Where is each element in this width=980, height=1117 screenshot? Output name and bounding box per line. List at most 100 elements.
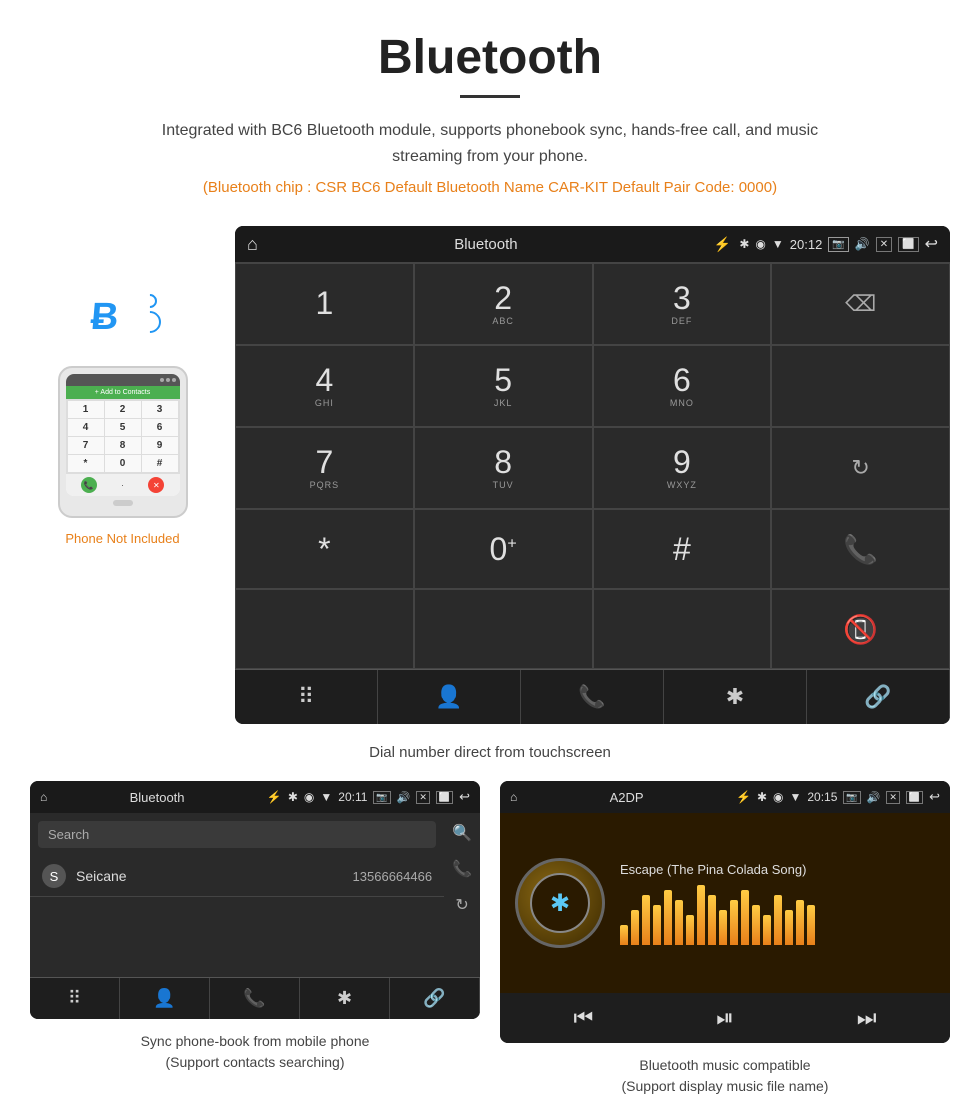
dial-key-4[interactable]: 4 GHI	[235, 345, 414, 427]
title-divider	[460, 95, 520, 98]
signal-icon: ▼	[772, 237, 784, 251]
dial-key-7[interactable]: 7 PQRS	[235, 427, 414, 509]
prev-button[interactable]: ⏮	[573, 1005, 593, 1031]
dial-key-0[interactable]: 0+	[414, 509, 593, 589]
usb-icon: ⚡	[714, 236, 731, 253]
pb-main: Search S Seicane 13566664466	[30, 813, 444, 977]
phone-key-3[interactable]: 3	[142, 401, 178, 418]
pb-close-icon: ✕	[416, 791, 430, 804]
call-log-button[interactable]: 📞	[521, 670, 664, 724]
pb-spacer	[30, 897, 444, 977]
eq-bar	[620, 925, 628, 945]
dial-key-backspace[interactable]: ⌫	[771, 263, 950, 345]
equalizer-bars	[620, 885, 935, 945]
phone-key-star[interactable]: *	[68, 455, 104, 472]
music-screenshot: ⌂ A2DP ⚡ ✱ ◉ ▼ 20:15 📷 🔊 ✕ ⬜ ↩ ✱ Escape …	[500, 781, 950, 1043]
eq-bar	[752, 905, 760, 945]
phone-screen: + Add to Contacts 1 2 3 4 5 6 7 8 9 * 0 …	[66, 374, 180, 496]
page-description: Integrated with BC6 Bluetooth module, su…	[140, 118, 840, 169]
play-pause-button[interactable]: ⏯	[716, 1005, 734, 1031]
ms-status-bar: ⌂ A2DP ⚡ ✱ ◉ ▼ 20:15 📷 🔊 ✕ ⬜ ↩	[500, 781, 950, 813]
pb-vol-icon: 🔊	[397, 791, 411, 804]
dial-key-9[interactable]: 9 WXYZ	[593, 427, 772, 509]
dial-key-star[interactable]: *	[235, 509, 414, 589]
pb-loc-icon: ◉	[304, 790, 314, 804]
dial-empty-1	[771, 345, 950, 427]
dial-key-refresh[interactable]: ↻	[771, 427, 950, 509]
contact-name: Seicane	[76, 868, 127, 884]
dial-empty-3	[414, 589, 593, 669]
dial-key-2[interactable]: 2 ABC	[414, 263, 593, 345]
phone-key-9[interactable]: 9	[142, 437, 178, 454]
ms-close-icon: ✕	[886, 791, 900, 804]
call-end-icon: 📵	[843, 613, 878, 646]
dial-key-call-green[interactable]: 📞	[771, 509, 950, 589]
call-icon[interactable]: 📞	[452, 859, 472, 879]
pb-home-icon: ⌂	[40, 790, 47, 804]
phone-key-2[interactable]: 2	[105, 401, 141, 418]
pb-search-field[interactable]: Search	[38, 821, 436, 848]
phone-key-hash[interactable]: #	[142, 455, 178, 472]
eq-bar	[774, 895, 782, 945]
dial-key-call-red[interactable]: 📵	[771, 589, 950, 669]
home-icon[interactable]: ⌂	[247, 234, 258, 255]
phone-key-4[interactable]: 4	[68, 419, 104, 436]
phone-call-button[interactable]: 📞	[81, 477, 97, 493]
call-green-icon: 📞	[843, 533, 878, 566]
eq-bar	[653, 905, 661, 945]
link-button[interactable]: 🔗	[807, 670, 950, 724]
main-content: Ƀ + Add to Contacts 1 2 3 4	[0, 226, 980, 724]
music-bt-icon: ✱	[530, 873, 590, 933]
phone-key-6[interactable]: 6	[142, 419, 178, 436]
phone-key-7[interactable]: 7	[68, 437, 104, 454]
dial-key-3[interactable]: 3 DEF	[593, 263, 772, 345]
ms-window-icon: ⬜	[906, 791, 923, 804]
phone-key-0[interactable]: 0	[105, 455, 141, 472]
pb-link-btn[interactable]: 🔗	[390, 978, 480, 1019]
bluetooth-icon: Ƀ	[89, 296, 120, 339]
backspace-icon: ⌫	[845, 291, 876, 317]
dial-action-bar: ⠿ 👤 📞 ✱ 🔗	[235, 669, 950, 724]
dial-key-hash[interactable]: #	[593, 509, 772, 589]
status-time: 20:12	[790, 237, 823, 252]
back-icon[interactable]: ↩	[925, 234, 938, 254]
pb-status-bar: ⌂ Bluetooth ⚡ ✱ ◉ ▼ 20:11 📷 🔊 ✕ ⬜ ↩	[30, 781, 480, 813]
page-header: Bluetooth Integrated with BC6 Bluetooth …	[0, 0, 980, 226]
dial-key-5[interactable]: 5 JKL	[414, 345, 593, 427]
volume-icon: 🔊	[855, 237, 870, 251]
pb-time: 20:11	[338, 790, 367, 804]
phone-key-5[interactable]: 5	[105, 419, 141, 436]
contacts-icon: 👤	[435, 684, 462, 710]
pb-call-btn[interactable]: 📞	[210, 978, 300, 1019]
contact-number: 13566664466	[353, 869, 433, 884]
bt-status-icon: ✱	[739, 237, 749, 251]
add-contact-btn[interactable]: + Add to Contacts	[66, 386, 180, 399]
dial-key-1[interactable]: 1	[235, 263, 414, 345]
contacts-button[interactable]: 👤	[378, 670, 521, 724]
pb-contact-row[interactable]: S Seicane 13566664466	[30, 856, 444, 897]
dial-key-8[interactable]: 8 TUV	[414, 427, 593, 509]
phone-area: Ƀ + Add to Contacts 1 2 3 4	[30, 226, 215, 724]
pb-bt-btn[interactable]: ✱	[300, 978, 390, 1019]
status-dot	[172, 378, 176, 382]
bluetooth-button[interactable]: ✱	[664, 670, 807, 724]
status-icons: ✱ ◉ ▼ 20:12 📷 🔊 ✕ ⬜ ↩	[739, 234, 938, 254]
pb-dialpad-btn[interactable]: ⠿	[30, 978, 120, 1019]
pb-contacts-btn[interactable]: 👤	[120, 978, 210, 1019]
window-icon[interactable]: ⬜	[898, 237, 918, 252]
phone-end-button[interactable]: ✕	[148, 477, 164, 493]
phone-key-1[interactable]: 1	[68, 401, 104, 418]
arc-small	[140, 291, 160, 311]
phone-home-button[interactable]	[113, 500, 133, 506]
phone-key-8[interactable]: 8	[105, 437, 141, 454]
search-icon[interactable]: 🔍	[452, 823, 472, 843]
dial-grid: 1 2 ABC 3 DEF ⌫ 4 GHI 5 JKL	[235, 262, 950, 669]
dialpad-button[interactable]: ⠿	[235, 670, 378, 724]
close-icon[interactable]: ✕	[876, 237, 892, 252]
dial-key-6[interactable]: 6 MNO	[593, 345, 772, 427]
next-button[interactable]: ⏭	[857, 1005, 877, 1031]
ms-loc-icon: ◉	[773, 790, 783, 804]
ms-usb-icon: ⚡	[736, 790, 751, 804]
eq-bar	[730, 900, 738, 945]
refresh-icon-pb[interactable]: ↻	[455, 895, 468, 915]
